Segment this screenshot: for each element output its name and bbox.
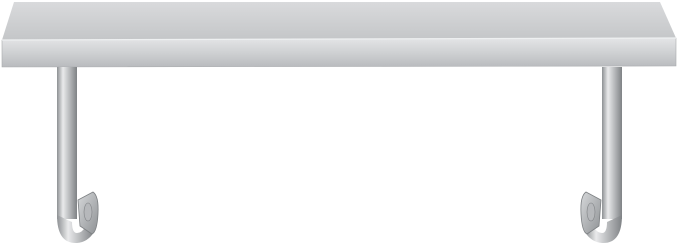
shelf-top-surface — [2, 2, 676, 40]
wall-shelf-illustration — [1, 2, 677, 244]
right-leg — [580, 67, 622, 244]
product-photo — [0, 0, 679, 247]
left-leg — [57, 67, 99, 244]
shelf-front-edge — [1, 37, 677, 68]
